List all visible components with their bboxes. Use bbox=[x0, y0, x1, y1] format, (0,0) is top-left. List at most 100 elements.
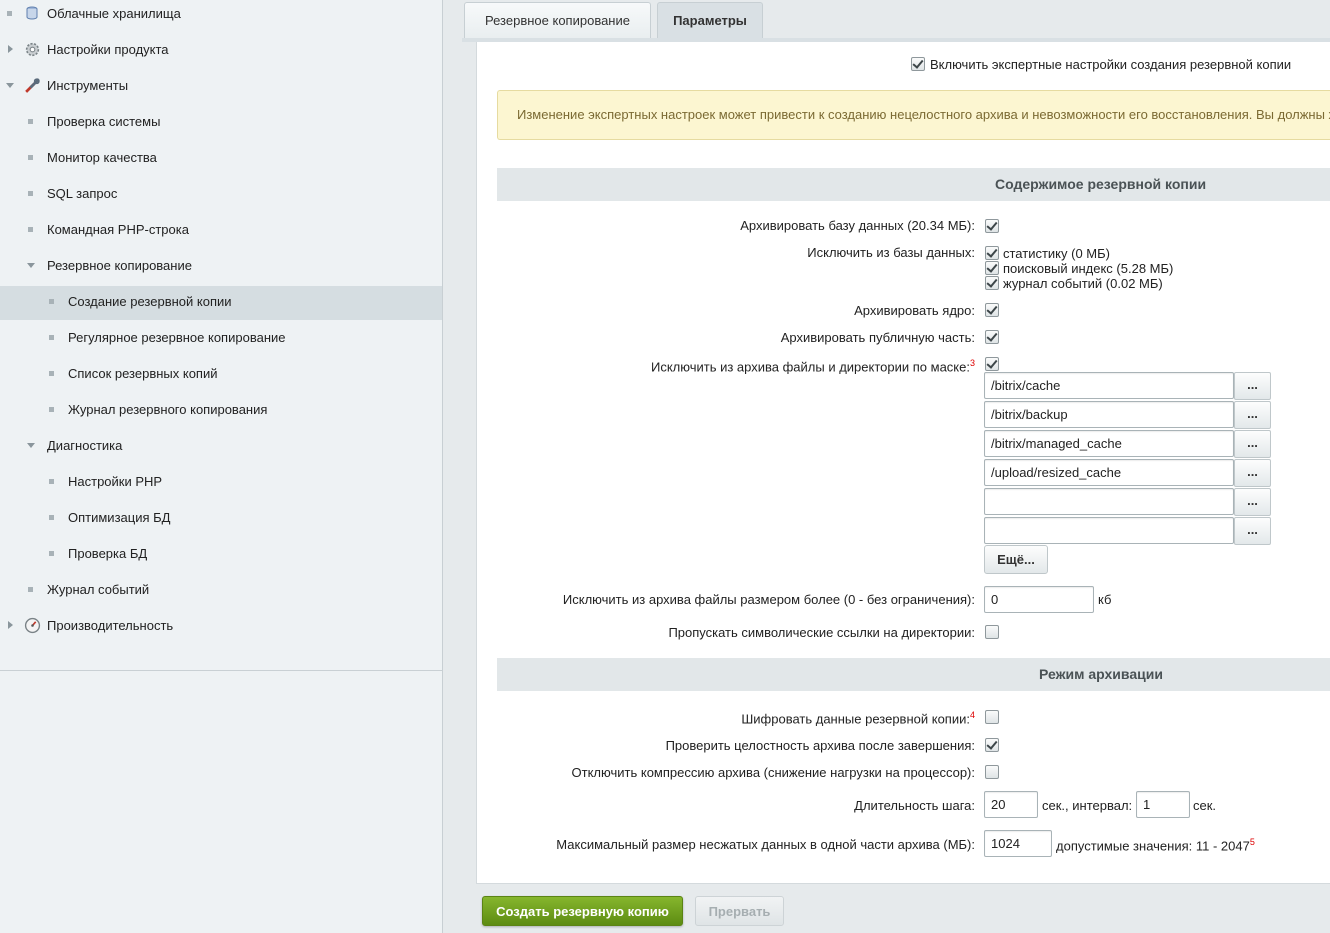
more-masks-button[interactable]: Ещё... bbox=[984, 545, 1048, 574]
sidebar-item-label: Оптимизация БД bbox=[68, 510, 171, 525]
sidebar-item-product-settings[interactable]: Настройки продукта bbox=[0, 31, 442, 67]
sidebar-item-label: Создание резервной копии bbox=[68, 294, 232, 309]
create-backup-button[interactable]: Создать резервную копию bbox=[482, 896, 683, 926]
archive-core-checkbox[interactable] bbox=[985, 303, 999, 317]
exclude-search-index-checkbox[interactable] bbox=[985, 261, 999, 275]
seconds-label: сек. bbox=[1193, 798, 1217, 813]
sidebar-item-cloud-storage[interactable]: Облачные хранилища bbox=[0, 0, 442, 32]
bullet-icon bbox=[28, 191, 33, 196]
sidebar-item-tools[interactable]: Инструменты bbox=[0, 67, 442, 103]
mask-input[interactable] bbox=[984, 517, 1234, 544]
sidebar-item-label: Регулярное резервное копирование bbox=[68, 330, 286, 345]
sidebar-item-php-console[interactable]: Командная PHP-строка bbox=[0, 211, 442, 247]
interval-input[interactable]: 1 bbox=[1136, 791, 1190, 818]
sidebar-item-sql-query[interactable]: SQL запрос bbox=[0, 175, 442, 211]
sidebar-item-scheduled-backup[interactable]: Регулярное резервное копирование bbox=[0, 319, 442, 355]
mask-browse-button[interactable]: ... bbox=[1234, 459, 1271, 487]
sidebar-item-php-settings[interactable]: Настройки PHP bbox=[0, 463, 442, 499]
archive-db-checkbox[interactable] bbox=[985, 219, 999, 233]
max-size-input[interactable]: 1024 bbox=[984, 830, 1052, 857]
section-title: Содержимое резервной копии bbox=[995, 176, 1207, 192]
expert-settings-checkbox[interactable] bbox=[911, 57, 925, 71]
speedometer-icon bbox=[23, 616, 41, 634]
sidebar-item-label: SQL запрос bbox=[47, 186, 118, 201]
abort-button[interactable]: Прервать bbox=[695, 896, 784, 926]
exclude-stats-checkbox[interactable] bbox=[985, 246, 999, 260]
footnote-marker: 3 bbox=[969, 358, 975, 368]
exclude-size-input[interactable]: 0 bbox=[984, 586, 1094, 613]
sidebar-item-backup-log[interactable]: Журнал резервного копирования bbox=[0, 391, 442, 427]
mask-input[interactable]: /bitrix/cache bbox=[984, 372, 1234, 399]
sidebar-item-label: Проверка БД bbox=[68, 546, 148, 561]
tab-backup[interactable]: Резервное копирование bbox=[464, 2, 651, 38]
mask-input[interactable]: /bitrix/managed_cache bbox=[984, 430, 1234, 457]
sidebar-item-create-backup[interactable]: Создание резервной копии bbox=[0, 286, 442, 320]
sidebar-item-label: Проверка системы bbox=[47, 114, 161, 129]
chevron-down-icon[interactable] bbox=[6, 83, 14, 88]
archive-core-label: Архивировать ядро: bbox=[854, 303, 975, 318]
exclude-mask-label: Исключить из архива файлы и директории п… bbox=[651, 358, 975, 375]
sidebar-item-db-check[interactable]: Проверка БД bbox=[0, 535, 442, 571]
skip-symlinks-checkbox[interactable] bbox=[985, 625, 999, 639]
max-size-label: Максимальный размер несжатых данных в од… bbox=[556, 837, 975, 852]
sidebar-item-backup[interactable]: Резервное копирование bbox=[0, 247, 442, 283]
bullet-icon bbox=[49, 299, 54, 304]
settings-panel: Включить экспертные настройки создания р… bbox=[476, 42, 1330, 884]
mask-browse-button[interactable]: ... bbox=[1234, 372, 1271, 400]
gear-icon bbox=[23, 40, 41, 58]
exclude-mask-checkbox[interactable] bbox=[985, 357, 999, 371]
bullet-icon bbox=[28, 119, 33, 124]
tab-parameters[interactable]: Параметры bbox=[657, 2, 763, 38]
mask-input[interactable]: /upload/resized_cache bbox=[984, 459, 1234, 486]
exclude-event-log-label: журнал событий (0.02 МБ) bbox=[1003, 276, 1163, 291]
cloud-storage-icon bbox=[23, 4, 41, 22]
sidebar-item-quality-monitor[interactable]: Монитор качества bbox=[0, 139, 442, 175]
step-duration-input[interactable]: 20 bbox=[984, 791, 1038, 818]
footnote-marker: 4 bbox=[969, 710, 975, 720]
chevron-down-icon[interactable] bbox=[27, 263, 35, 268]
encrypt-checkbox[interactable] bbox=[985, 710, 999, 724]
archive-public-label: Архивировать публичную часть: bbox=[780, 330, 975, 345]
exclude-event-log-checkbox[interactable] bbox=[985, 276, 999, 290]
sidebar-item-label: Диагностика bbox=[47, 438, 123, 453]
no-compress-checkbox[interactable] bbox=[985, 765, 999, 779]
bullet-icon bbox=[49, 371, 54, 376]
sidebar-item-label: Инструменты bbox=[47, 78, 129, 93]
sidebar: Облачные хранилища Настройки продукта Ин… bbox=[0, 0, 443, 933]
no-compress-label: Отключить компрессию архива (снижение на… bbox=[571, 765, 975, 780]
sidebar-item-label: Журнал резервного копирования bbox=[68, 402, 268, 417]
sidebar-item-label: Журнал событий bbox=[47, 582, 150, 597]
skip-symlinks-label: Пропускать символические ссылки на дирек… bbox=[668, 625, 975, 640]
sidebar-item-label: Облачные хранилища bbox=[47, 6, 181, 21]
mask-browse-button[interactable]: ... bbox=[1234, 488, 1271, 516]
sidebar-item-event-log[interactable]: Журнал событий bbox=[0, 571, 442, 607]
chevron-down-icon[interactable] bbox=[27, 443, 35, 448]
mask-browse-button[interactable]: ... bbox=[1234, 401, 1271, 429]
mask-browse-button[interactable]: ... bbox=[1234, 430, 1271, 458]
bullet-icon bbox=[49, 407, 54, 412]
sidebar-item-label: Настройки продукта bbox=[47, 42, 169, 57]
sidebar-divider bbox=[0, 670, 442, 671]
exclude-stats-label: статистику (0 МБ) bbox=[1003, 246, 1110, 261]
exclude-db-label: Исключить из базы данных: bbox=[807, 245, 975, 260]
bullet-icon bbox=[28, 227, 33, 232]
sidebar-item-system-check[interactable]: Проверка системы bbox=[0, 103, 442, 139]
sidebar-item-db-optimization[interactable]: Оптимизация БД bbox=[0, 499, 442, 535]
interval-label: сек., интервал: bbox=[1042, 798, 1133, 813]
archive-public-checkbox[interactable] bbox=[985, 330, 999, 344]
mask-input[interactable] bbox=[984, 488, 1234, 515]
verify-label: Проверить целостность архива после завер… bbox=[665, 738, 975, 753]
mask-input[interactable]: /bitrix/backup bbox=[984, 401, 1234, 428]
sidebar-item-performance[interactable]: Производительность bbox=[0, 607, 442, 643]
chevron-right-icon[interactable] bbox=[8, 621, 13, 629]
archive-db-label: Архивировать базу данных (20.34 МБ): bbox=[740, 218, 975, 233]
sidebar-item-backup-list[interactable]: Список резервных копий bbox=[0, 355, 442, 391]
expert-warning-message: Изменение экспертных настроек может прив… bbox=[497, 90, 1330, 140]
sidebar-item-diagnostics[interactable]: Диагностика bbox=[0, 427, 442, 463]
max-size-hint: допустимые значения: 11 - 20475 bbox=[1056, 837, 1255, 854]
chevron-right-icon[interactable] bbox=[8, 45, 13, 53]
sidebar-item-label: Настройки PHP bbox=[68, 474, 163, 489]
verify-checkbox[interactable] bbox=[985, 738, 999, 752]
mask-browse-button[interactable]: ... bbox=[1234, 517, 1271, 545]
sidebar-item-label: Командная PHP-строка bbox=[47, 222, 189, 237]
